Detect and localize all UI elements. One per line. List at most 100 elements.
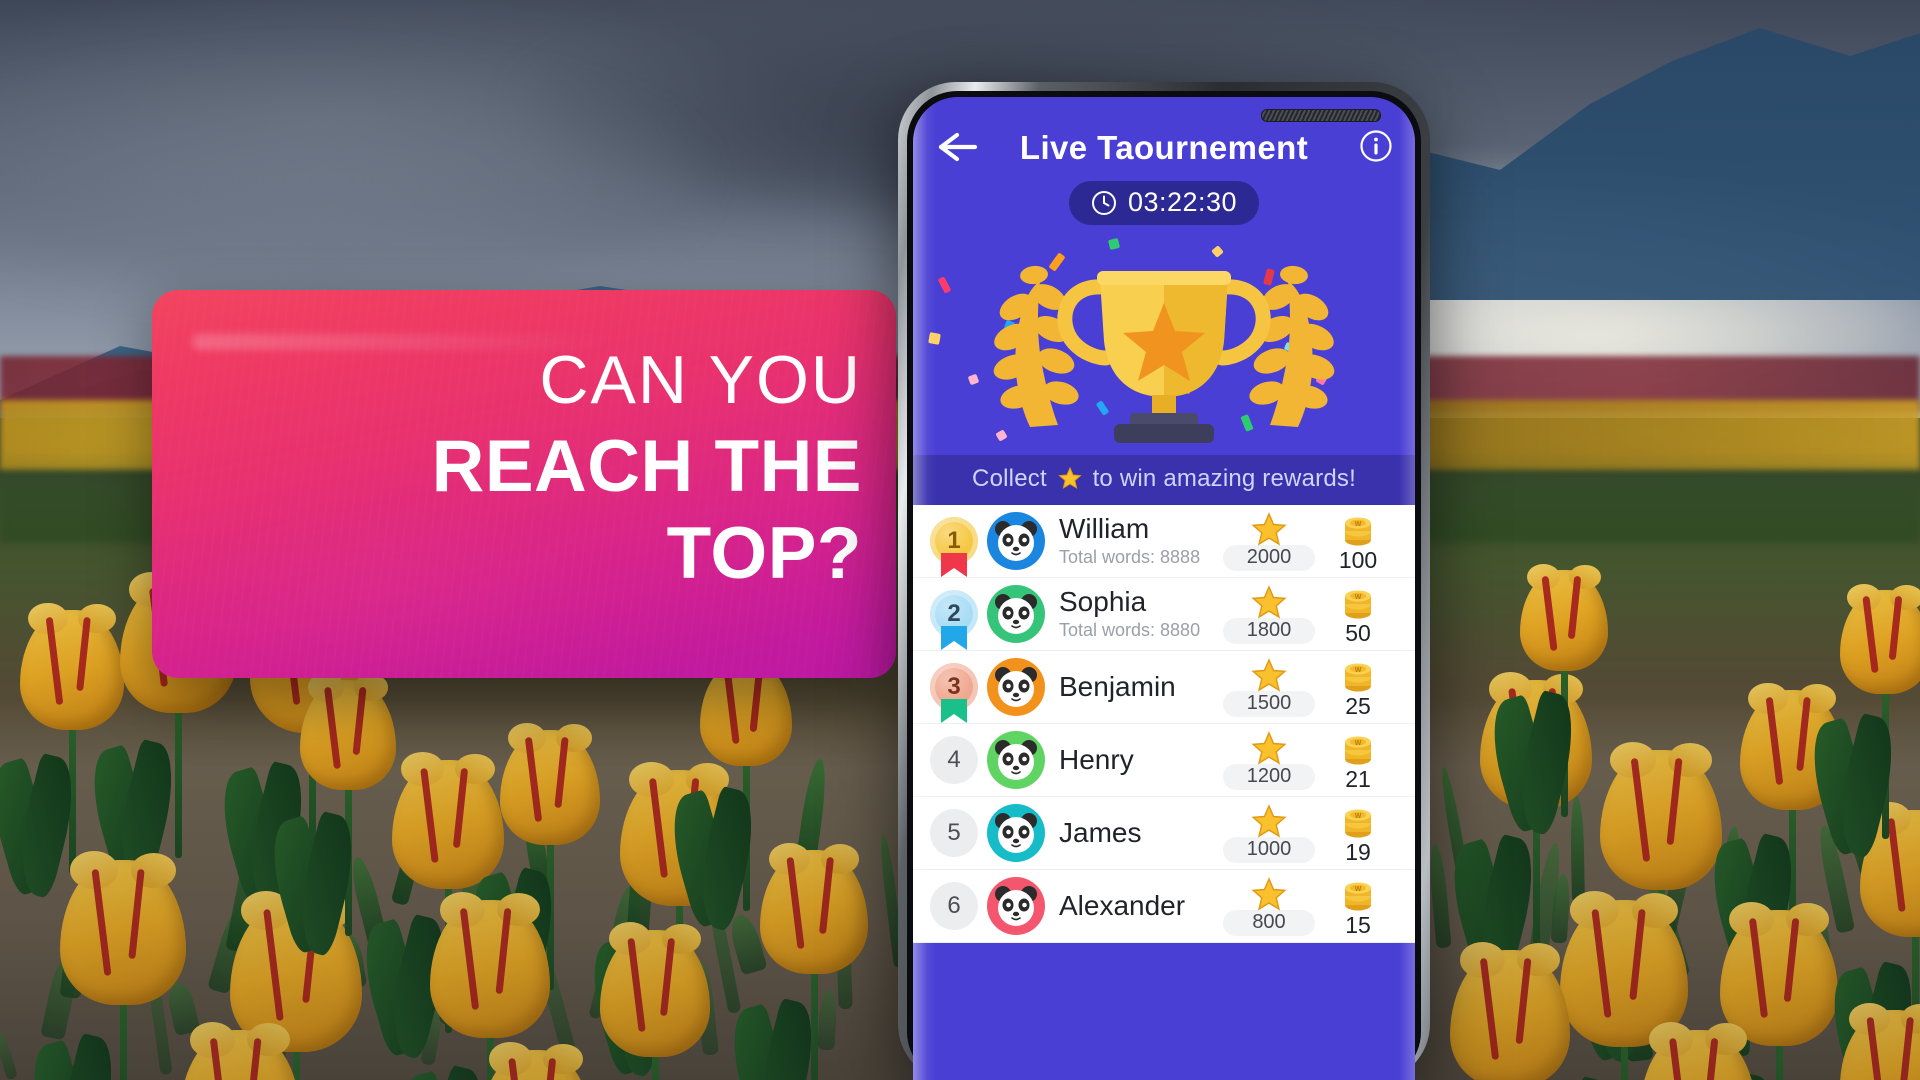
player-name: James: [1059, 817, 1142, 848]
coin-cell: W 100: [1315, 509, 1401, 574]
rank-cell: 2: [921, 590, 987, 650]
rank-number: 1: [947, 527, 961, 554]
coin-stack-icon: W: [1315, 728, 1401, 768]
coin-cell: W 25: [1315, 655, 1401, 720]
star-value: 2000: [1223, 545, 1315, 571]
star-value: 1500: [1223, 691, 1315, 717]
svg-text:W: W: [1355, 886, 1362, 893]
rank-cell: 4: [921, 736, 987, 784]
player-info: William Total words: 8888: [1059, 514, 1223, 569]
coin-cell: W 19: [1315, 801, 1401, 866]
gold-medal-icon: 1: [930, 517, 978, 577]
svg-text:W: W: [1355, 667, 1362, 674]
ribbon-icon: [941, 699, 967, 723]
svg-text:W: W: [1355, 813, 1362, 820]
timer-value: 03:22:30: [1127, 187, 1238, 217]
page-title: Live Taournement: [1019, 129, 1309, 166]
star-cell: 800: [1223, 876, 1315, 936]
star-icon: [1223, 511, 1315, 547]
rank-cell: 1: [921, 517, 987, 577]
table-row[interactable]: 5 James 1000 W 19: [913, 797, 1415, 870]
phone-mockup: Live Taournement 03:22:30 Collect to win…: [898, 82, 1430, 1080]
player-name: Benjamin: [1059, 671, 1176, 702]
coin-stack-icon: W: [1315, 874, 1401, 914]
table-row[interactable]: 2 Sophia Total words: 8880 1800 W 50: [913, 578, 1415, 651]
player-name: William: [1059, 513, 1150, 544]
coin-stack-icon: W: [1315, 801, 1401, 841]
promo-text-block: CAN YOU REACH THE TOP?: [196, 346, 862, 590]
player-total-words: Total words: 8880: [1059, 620, 1201, 641]
player-info: James: [1059, 818, 1223, 849]
table-row[interactable]: 3 Benjamin 1500 W 25: [913, 651, 1415, 724]
screenshot-stage: CAN YOU REACH THE TOP? Live Taournement …: [0, 0, 1920, 1080]
leaderboard-list[interactable]: 1 William Total words: 8888 2000 W 100 2 Sophia…: [913, 505, 1415, 943]
rank-cell: 5: [921, 809, 987, 857]
coin-cell: W 21: [1315, 728, 1401, 793]
clock-icon: [1091, 190, 1117, 216]
table-row[interactable]: 6 Alexander 800 W 15: [913, 870, 1415, 943]
tournament-timer: 03:22:30: [1068, 181, 1260, 225]
collect-text-before: Collect: [972, 465, 1047, 492]
star-cell: 1000: [1223, 803, 1315, 863]
coin-value: 100: [1338, 546, 1378, 573]
coin-value: 15: [1345, 911, 1371, 938]
svg-text:W: W: [1355, 521, 1362, 528]
star-value: 1000: [1223, 837, 1315, 863]
promo-line-1: CAN YOU: [539, 342, 862, 418]
table-row[interactable]: 1 William Total words: 8888 2000 W 100: [913, 505, 1415, 578]
coin-stack-icon: W: [1315, 582, 1401, 622]
star-cell: 1800: [1223, 584, 1315, 644]
avatar: [987, 658, 1045, 716]
table-row[interactable]: 4 Henry 1200 W 21: [913, 724, 1415, 797]
player-name: Alexander: [1059, 890, 1186, 921]
star-icon: [1223, 803, 1315, 839]
coin-stack-icon: W: [1315, 655, 1401, 695]
ribbon-icon: [941, 626, 967, 650]
coin-value: 50: [1345, 619, 1371, 646]
coin-value: 25: [1345, 692, 1371, 719]
coin-value: 19: [1345, 838, 1371, 865]
star-icon: [1223, 657, 1315, 693]
earpiece-speaker-icon: [1261, 109, 1381, 122]
rank-cell: 3: [921, 663, 987, 723]
svg-text:W: W: [1355, 740, 1362, 747]
player-name: Sophia: [1059, 586, 1147, 617]
avatar: [987, 512, 1045, 570]
coin-value: 21: [1345, 765, 1371, 792]
svg-text:W: W: [1355, 594, 1362, 601]
rank-number: 3: [947, 673, 961, 700]
bronze-medal-icon: 3: [930, 663, 978, 723]
arrow-left-icon[interactable]: [935, 127, 981, 167]
rank-cell: 6: [921, 882, 987, 930]
player-info: Sophia Total words: 8880: [1059, 587, 1223, 642]
rank-number: 2: [947, 600, 961, 627]
coin-stack-icon: W: [1315, 509, 1401, 549]
ribbon-icon: [941, 553, 967, 577]
collect-text-after: to win amazing rewards!: [1092, 465, 1356, 492]
star-cell: 2000: [1223, 511, 1315, 571]
promo-panel: CAN YOU REACH THE TOP?: [152, 290, 896, 678]
trophy-banner: [913, 225, 1415, 455]
silver-medal-icon: 2: [930, 590, 978, 650]
star-icon: [1223, 730, 1315, 766]
star-value: 800: [1223, 910, 1315, 936]
avatar: [987, 804, 1045, 862]
avatar: [987, 585, 1045, 643]
promo-line-2: REACH THE: [431, 426, 862, 507]
star-icon: [1223, 584, 1315, 620]
promo-line-3: TOP?: [666, 513, 862, 594]
collect-caption: Collect to win amazing rewards!: [913, 455, 1415, 505]
avatar: [987, 877, 1045, 935]
coin-cell: W 15: [1315, 874, 1401, 939]
phone-bezel: Live Taournement 03:22:30 Collect to win…: [907, 91, 1421, 1080]
coin-cell: W 50: [1315, 582, 1401, 647]
star-value: 1800: [1223, 618, 1315, 644]
info-circle-icon[interactable]: [1359, 129, 1393, 163]
player-info: Henry: [1059, 745, 1223, 776]
star-icon: [1223, 876, 1315, 912]
avatar: [987, 731, 1045, 789]
player-info: Alexander: [1059, 891, 1223, 922]
player-name: Henry: [1059, 744, 1134, 775]
rank-number: 4: [930, 736, 978, 784]
rank-number: 6: [930, 882, 978, 930]
